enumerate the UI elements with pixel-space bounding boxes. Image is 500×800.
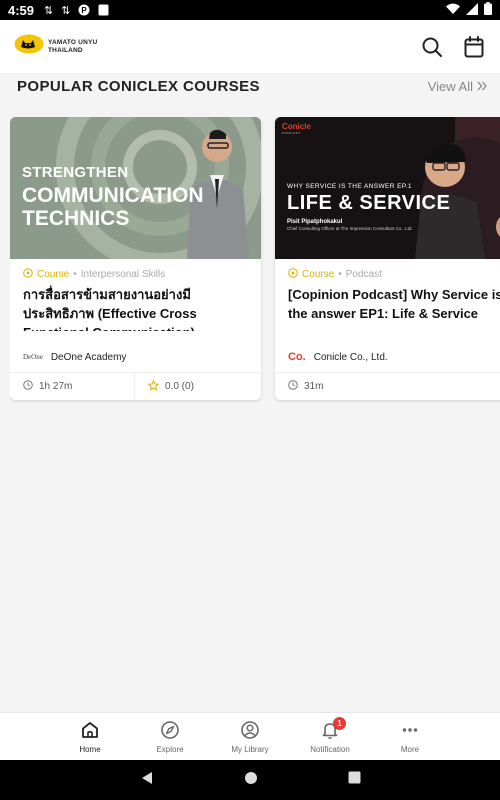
clock-icon <box>23 380 33 393</box>
thumb-line-1: STRENGTHEN <box>22 164 129 181</box>
nav-label: My Library <box>231 744 269 754</box>
bottom-nav: Home Explore My Library 1 Notification M… <box>0 712 500 760</box>
nav-notification[interactable]: 1 Notification <box>290 713 370 760</box>
nav-label: Explore <box>156 744 184 754</box>
course-duration: 1h 27m <box>39 381 73 392</box>
search-icon[interactable] <box>420 35 444 59</box>
sync-icon: ⇅ <box>44 4 54 17</box>
course-provider: Co. Conicle Co., Ltd. <box>275 331 500 371</box>
course-title[interactable]: การสื่อสารข้ามสายงานอย่างมีประสิทธิภาพ (… <box>10 281 261 331</box>
view-all-label: View All <box>427 78 473 94</box>
course-category: Interpersonal Skills <box>80 269 166 280</box>
nav-label: Notification <box>310 744 350 754</box>
course-duration: 31m <box>304 381 324 392</box>
course-thumbnail: Conicle PODCAST WHY SERVICE IS THE ANSWE… <box>275 117 500 259</box>
course-type: Course <box>302 269 335 280</box>
compass-icon <box>160 720 180 742</box>
brand-logo[interactable]: YAMATO UNYU THAILAND <box>14 34 97 59</box>
more-dots-icon <box>400 720 420 742</box>
podcast-label: PODCAST <box>282 131 301 135</box>
signal-icon <box>466 2 478 18</box>
status-time: 4:59 <box>8 2 35 18</box>
course-provider: DeOne DeOne Academy <box>10 331 261 371</box>
play-circle-icon <box>288 268 298 281</box>
course-category: Podcast <box>345 269 382 280</box>
user-circle-icon <box>240 720 260 742</box>
course-meta: Course • Podcast <box>275 259 500 281</box>
provider-name: Conicle Co., Ltd. <box>313 351 388 363</box>
course-title[interactable]: [Copinion Podcast] Why Service is the an… <box>275 281 500 331</box>
course-thumbnail: STRENGTHEN COMMUNICATION TECHNICS <box>10 117 261 259</box>
star-icon <box>147 379 160 394</box>
course-card[interactable]: Conicle PODCAST WHY SERVICE IS THE ANSWE… <box>275 117 500 400</box>
conicle-podcast-logo: Conicle <box>282 122 311 131</box>
app-header: YAMATO UNYU THAILAND <box>0 20 500 74</box>
course-carousel[interactable]: STRENGTHEN COMMUNICATION TECHNICS Course… <box>10 117 500 407</box>
thumb-person: Pisit Pipatphokakul <box>287 219 343 225</box>
nav-home[interactable]: Home <box>50 713 130 760</box>
recents-icon[interactable] <box>348 771 361 789</box>
notification-badge: 1 <box>333 717 346 730</box>
calendar-icon[interactable] <box>462 35 486 59</box>
svg-text:P: P <box>82 6 88 15</box>
status-bar: 4:59 ⇅ ⇅ P <box>0 0 500 20</box>
system-nav-bar <box>0 760 500 800</box>
back-icon[interactable] <box>140 771 154 790</box>
course-rating: 0.0 (0) <box>165 381 194 392</box>
wifi-icon <box>446 3 460 18</box>
screenshot-icon <box>98 4 109 16</box>
view-all-link[interactable]: View All <box>428 79 487 94</box>
thumb-line-3: TECHNICS <box>22 207 130 230</box>
home-circle-icon[interactable] <box>244 771 258 790</box>
clock-icon <box>288 380 298 393</box>
nav-label: Home <box>79 744 101 754</box>
conicle-logo: Co. <box>288 351 306 363</box>
provider-name: DeOne Academy <box>50 351 127 363</box>
nav-explore[interactable]: Explore <box>130 713 210 760</box>
section-title: POPULAR CONICLEX COURSES <box>17 77 260 95</box>
course-meta: Course • Interpersonal Skills <box>10 259 261 281</box>
double-chevron-right-icon <box>477 79 487 94</box>
thumb-title: LIFE & SERVICE <box>287 192 451 214</box>
course-type: Course <box>37 269 70 280</box>
card-footer: 31m <box>275 372 500 400</box>
app-notification-icon: P <box>78 4 90 16</box>
home-icon <box>80 720 100 742</box>
nav-my-library[interactable]: My Library <box>210 713 290 760</box>
play-circle-icon <box>23 268 33 281</box>
card-footer: 1h 27m 0.0 (0) <box>10 372 261 400</box>
brand-line-2: THAILAND <box>48 46 83 54</box>
cat-logo-icon <box>14 34 44 59</box>
thumb-line-2: COMMUNICATION <box>22 184 204 207</box>
thumb-role: Chief Consulting Officer at The Impressi… <box>287 226 413 231</box>
deone-logo: DeOne <box>23 353 43 361</box>
nav-label: More <box>400 744 420 754</box>
brand-line-1: YAMATO UNYU <box>48 38 98 46</box>
course-card[interactable]: STRENGTHEN COMMUNICATION TECHNICS Course… <box>10 117 261 400</box>
thumb-subtitle: WHY SERVICE IS THE ANSWER EP.1 <box>287 183 412 190</box>
sync-icon-2: ⇅ <box>61 4 71 17</box>
section-header: POPULAR CONICLEX COURSES View All <box>17 74 487 98</box>
battery-icon <box>484 2 492 18</box>
nav-more[interactable]: More <box>370 713 450 760</box>
